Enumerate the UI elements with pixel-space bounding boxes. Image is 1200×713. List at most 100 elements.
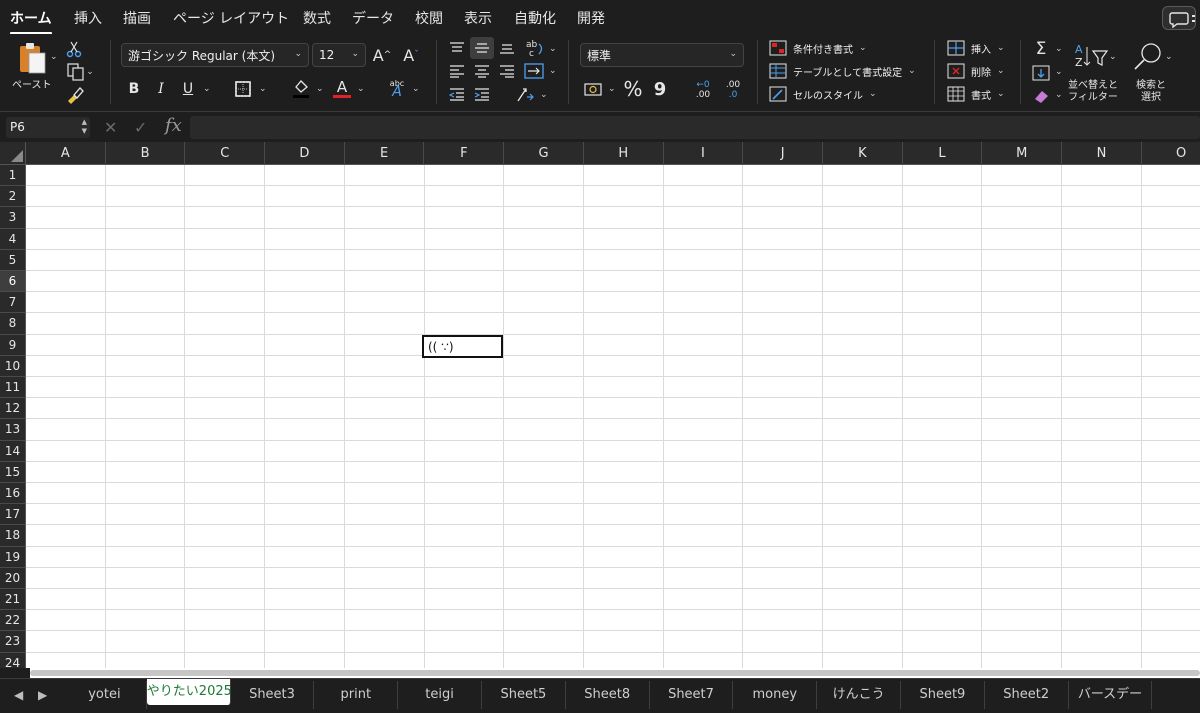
- row-header-17[interactable]: 17: [0, 504, 25, 526]
- tab-automate[interactable]: 自動化: [514, 8, 556, 28]
- sheet-tab-4[interactable]: teigi: [398, 681, 482, 709]
- tab-formulas[interactable]: 数式: [303, 8, 331, 28]
- row-header-7[interactable]: 7: [0, 292, 25, 314]
- sheet-tab-12[interactable]: バースデー: [1069, 681, 1153, 709]
- paste-button[interactable]: [12, 40, 52, 78]
- column-header-o[interactable]: O: [1142, 142, 1200, 165]
- decrease-font-size-button[interactable]: Aˇ: [400, 43, 422, 67]
- row-header-13[interactable]: 13: [0, 419, 25, 441]
- wrap-text-button[interactable]: [522, 61, 546, 81]
- row-header-12[interactable]: 12: [0, 398, 25, 420]
- comment-button[interactable]: [1162, 6, 1196, 30]
- copy-button[interactable]: ⌄: [64, 62, 96, 82]
- tab-data[interactable]: データ: [352, 8, 394, 28]
- fill-color-button[interactable]: [290, 76, 312, 100]
- conditional-formatting-button[interactable]: 条件付き書式 ⌄: [769, 40, 867, 56]
- decrease-decimal-button[interactable]: .00.0: [720, 78, 746, 102]
- column-header-a[interactable]: A: [26, 142, 106, 165]
- row-header-3[interactable]: 3: [0, 207, 25, 229]
- select-all-button[interactable]: [0, 142, 26, 165]
- row-header-14[interactable]: 14: [0, 441, 25, 462]
- clear-dropdown-chevron[interactable]: ⌄: [1055, 90, 1063, 100]
- copy-dropdown-chevron[interactable]: ⌄: [86, 67, 94, 77]
- tab-page-layout[interactable]: ページ レイアウト: [173, 8, 289, 28]
- autosum-button[interactable]: Σ: [1031, 38, 1051, 60]
- sheet-tab-9[interactable]: けんこう: [817, 681, 901, 709]
- row-header-11[interactable]: 11: [0, 377, 25, 399]
- align-right-button[interactable]: [497, 62, 517, 80]
- row-header-21[interactable]: 21: [0, 589, 25, 611]
- accounting-dropdown-chevron[interactable]: ⌄: [608, 84, 616, 94]
- increase-decimal-button[interactable]: ←0.00: [690, 78, 716, 102]
- autosum-dropdown-chevron[interactable]: ⌄: [1055, 44, 1063, 54]
- cell-styles-button[interactable]: セルのスタイル ⌄: [769, 86, 877, 102]
- sheet-tab-10[interactable]: Sheet9: [901, 681, 985, 709]
- accounting-format-button[interactable]: [583, 78, 605, 100]
- column-header-d[interactable]: D: [265, 142, 345, 165]
- column-header-f[interactable]: F: [425, 142, 505, 165]
- tab-view[interactable]: 表示: [464, 8, 492, 28]
- fill-button[interactable]: [1031, 63, 1051, 83]
- formula-input[interactable]: [190, 116, 1200, 139]
- format-painter-button[interactable]: [64, 84, 86, 106]
- insert-function-icon[interactable]: fx: [165, 115, 182, 136]
- orientation-dropdown-chevron[interactable]: ⌄: [549, 44, 557, 54]
- italic-button[interactable]: I: [153, 78, 169, 100]
- align-bottom-button[interactable]: [497, 39, 517, 57]
- cell-f9[interactable]: (( ∵): [422, 335, 503, 358]
- column-header-b[interactable]: B: [106, 142, 186, 165]
- row-header-2[interactable]: 2: [0, 186, 25, 208]
- sheet-tab-5[interactable]: Sheet5: [482, 681, 566, 709]
- column-header-n[interactable]: N: [1062, 142, 1142, 165]
- column-header-j[interactable]: J: [743, 142, 823, 165]
- row-header-16[interactable]: 16: [0, 483, 25, 505]
- tab-home[interactable]: ホーム: [10, 8, 52, 35]
- increase-indent-button[interactable]: [472, 85, 492, 103]
- comma-style-button[interactable]: 9: [652, 78, 668, 100]
- cancel-formula-icon[interactable]: ✕: [104, 118, 117, 137]
- tab-developer[interactable]: 開発: [577, 8, 605, 28]
- next-sheet-icon[interactable]: ▶: [38, 688, 47, 702]
- sheet-tab-7[interactable]: Sheet7: [650, 681, 734, 709]
- row-header-9[interactable]: 9: [0, 335, 25, 356]
- row-header-24[interactable]: 24: [0, 653, 25, 668]
- column-header-c[interactable]: C: [185, 142, 266, 165]
- row-header-6[interactable]: 6: [0, 271, 25, 293]
- delete-cells-button[interactable]: 削除 ⌄: [947, 63, 1005, 79]
- sheet-tab-6[interactable]: Sheet8: [566, 681, 650, 709]
- row-header-10[interactable]: 10: [0, 356, 25, 377]
- row-header-15[interactable]: 15: [0, 462, 25, 483]
- text-direction-button[interactable]: [513, 85, 537, 105]
- clear-button[interactable]: [1031, 86, 1051, 106]
- row-header-18[interactable]: 18: [0, 525, 25, 547]
- cell-area[interactable]: (( ∵): [26, 165, 1200, 668]
- prev-sheet-icon[interactable]: ◀: [14, 688, 23, 702]
- orientation-button[interactable]: ab c: [524, 38, 548, 58]
- tab-review[interactable]: 校閲: [415, 8, 443, 28]
- row-header-22[interactable]: 22: [0, 610, 25, 632]
- scrollbar-thumb[interactable]: [30, 670, 1200, 676]
- row-header-19[interactable]: 19: [0, 547, 25, 568]
- borders-dropdown-chevron[interactable]: ⌄: [259, 84, 267, 94]
- align-center-button[interactable]: [472, 62, 492, 80]
- phonetic-guide-button[interactable]: abc A: [385, 76, 409, 100]
- column-header-l[interactable]: L: [903, 142, 983, 165]
- bold-button[interactable]: B: [126, 78, 142, 100]
- merge-dropdown-chevron[interactable]: ⌄: [549, 66, 557, 76]
- number-format-select[interactable]: 標準 ⌄: [580, 43, 744, 67]
- text-direction-dropdown-chevron[interactable]: ⌄: [540, 90, 548, 100]
- enter-formula-icon[interactable]: ✓: [134, 118, 147, 137]
- align-left-button[interactable]: [447, 62, 467, 80]
- find-select-button[interactable]: ⌄: [1128, 38, 1176, 74]
- font-color-dropdown-chevron[interactable]: ⌄: [357, 84, 365, 94]
- font-name-select[interactable]: 游ゴシック Regular (本文) ⌄: [121, 43, 309, 67]
- row-header-20[interactable]: 20: [0, 568, 25, 589]
- tab-insert[interactable]: 挿入: [74, 8, 102, 28]
- insert-cells-button[interactable]: 挿入 ⌄: [947, 40, 1005, 56]
- sheet-tab-1[interactable]: やりたい2025: [146, 679, 231, 705]
- align-top-button[interactable]: [447, 39, 467, 57]
- percent-style-button[interactable]: %: [622, 77, 644, 101]
- format-as-table-button[interactable]: テーブルとして書式設定 ⌄: [769, 63, 916, 79]
- underline-dropdown-chevron[interactable]: ⌄: [203, 84, 211, 94]
- cut-button[interactable]: [64, 40, 84, 58]
